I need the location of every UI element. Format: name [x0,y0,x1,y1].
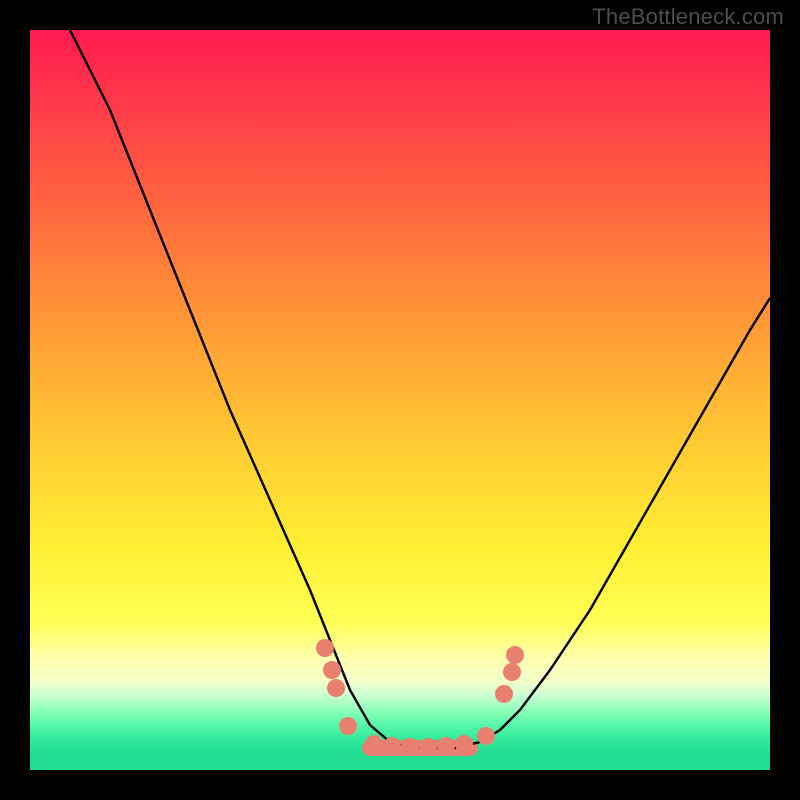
marker-dot [419,738,437,756]
marker-dot [401,738,419,756]
marker-dot [383,737,401,755]
marker-dot [339,717,357,735]
bottleneck-curve [70,30,770,748]
marker-dot [495,685,513,703]
plot-area [30,30,770,770]
marker-dot [316,639,334,657]
marker-dot [477,727,495,745]
marker-dot [365,735,383,753]
curve-markers [316,639,524,756]
marker-dot [506,646,524,664]
watermark-text: TheBottleneck.com [592,4,784,30]
marker-dot [455,735,473,753]
marker-dot [323,661,341,679]
marker-dot [503,663,521,681]
marker-dot [327,679,345,697]
chart-frame: TheBottleneck.com [0,0,800,800]
marker-dot [437,737,455,755]
curve-layer [30,30,770,770]
